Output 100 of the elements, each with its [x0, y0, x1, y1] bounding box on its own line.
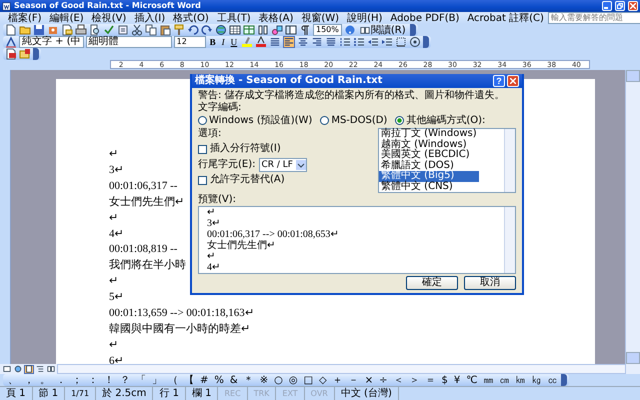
symbol-button[interactable]: ㎜ — [480, 374, 496, 386]
increase-indent-icon[interactable] — [381, 36, 394, 48]
menu-item[interactable]: Adobe PDF(B) — [386, 12, 464, 24]
symbol-button[interactable]: 、 — [5, 374, 21, 386]
bulleted-list-icon[interactable] — [353, 36, 366, 48]
menu-item[interactable]: 工具(T) — [212, 12, 255, 24]
format-painter-icon[interactable] — [173, 24, 185, 36]
drawing-icon[interactable] — [271, 24, 283, 36]
symbol-button[interactable]: ； — [69, 374, 85, 386]
document-map-icon[interactable] — [285, 24, 297, 36]
restore-button[interactable] — [615, 1, 625, 11]
symbol-button[interactable]: ◇ — [316, 374, 330, 386]
symbol-button[interactable]: ： — [85, 374, 101, 386]
print-view-button[interactable] — [24, 364, 34, 374]
align-right-button[interactable] — [311, 36, 324, 48]
symbol-button[interactable]: $ — [438, 374, 451, 386]
close-button[interactable] — [628, 1, 638, 11]
symbol-button[interactable]: ○ — [271, 374, 286, 386]
spreadsheet-icon[interactable] — [243, 24, 255, 36]
undo-icon[interactable] — [187, 24, 199, 36]
web-view-button[interactable] — [13, 364, 23, 374]
columns-icon[interactable] — [257, 24, 269, 36]
symbol-button[interactable]: ※ — [256, 374, 272, 386]
encoding-radio[interactable]: Windows (預設值)(W) — [198, 114, 312, 126]
copy-icon[interactable] — [145, 24, 157, 36]
symbol-button[interactable]: ！ — [101, 374, 117, 386]
minimize-button[interactable] — [602, 1, 612, 11]
menu-item[interactable]: Acrobat 註釋(C) — [463, 12, 548, 24]
symbol-button[interactable]: ＊ — [240, 374, 257, 386]
encoding-list-item[interactable]: 繁體中文 (CNS) — [379, 182, 479, 192]
symbol-button[interactable]: 」 — [149, 374, 165, 386]
menu-item[interactable]: 表格(A) — [254, 12, 298, 24]
align-center-button[interactable] — [297, 36, 310, 48]
symbol-button[interactable]: × — [362, 374, 376, 386]
encoding-radio[interactable]: MS-DOS(D) — [320, 114, 388, 126]
toolbar-options-button[interactable] — [560, 374, 566, 386]
encoding-list-item[interactable]: 美國英文 (EBCDIC) — [379, 150, 479, 160]
table-icon[interactable] — [229, 24, 241, 36]
italic-button[interactable]: I — [220, 36, 227, 48]
symbol-button[interactable]: ¥ — [450, 374, 464, 386]
vertical-scrollbar[interactable] — [625, 70, 640, 364]
menu-item[interactable]: 說明(H) — [343, 12, 386, 24]
numbered-list-icon[interactable] — [339, 36, 352, 48]
read-button[interactable]: 閱讀(R) — [358, 24, 408, 36]
horizontal-scrollbar[interactable] — [57, 364, 626, 374]
underline-button[interactable]: U — [228, 36, 240, 48]
normal-view-button[interactable] — [2, 364, 12, 374]
globe-icon[interactable] — [215, 24, 227, 36]
symbol-button[interactable]: ＋ — [330, 374, 346, 386]
symbol-button[interactable]: 。 — [37, 374, 53, 386]
dialog-button[interactable]: 取消 — [464, 276, 516, 290]
symbol-button[interactable]: 【 — [181, 374, 197, 386]
close-button[interactable] — [507, 75, 519, 87]
border-icon[interactable] — [395, 36, 408, 48]
symbol-button[interactable]: ？ — [117, 374, 133, 386]
align-left-button[interactable] — [283, 36, 296, 48]
redo-icon[interactable] — [201, 24, 213, 36]
symbol-button[interactable]: & — [226, 374, 241, 386]
menu-item[interactable]: 檢視(V) — [88, 12, 130, 24]
align-justify-button[interactable] — [269, 36, 282, 48]
menu-item[interactable]: 插入(I) — [130, 12, 170, 24]
font-color-icon[interactable] — [255, 36, 268, 48]
symbol-button[interactable]: ＜ — [390, 374, 407, 386]
pdf-convert-icon[interactable] — [5, 48, 17, 60]
email-icon[interactable] — [61, 24, 73, 36]
pdf-email-icon[interactable] — [19, 48, 31, 60]
symbol-button[interactable]: 「 — [133, 374, 149, 386]
toolbar-options-button[interactable] — [423, 36, 430, 48]
encoding-list-item[interactable]: 希臘語文 (DOS) — [379, 160, 479, 171]
bold-button[interactable]: B — [208, 36, 218, 48]
symbol-button[interactable]: ㎞ — [512, 374, 528, 386]
symbol-button[interactable]: ㎏ — [528, 374, 544, 386]
decrease-indent-icon[interactable] — [367, 36, 380, 48]
spelling-check-icon[interactable] — [103, 24, 115, 36]
reading-view-button[interactable] — [46, 364, 56, 374]
cut-icon[interactable] — [131, 24, 143, 36]
line-ending-dropdown[interactable]: CR / LF — [258, 158, 307, 172]
symbol-button[interactable]: # — [197, 374, 212, 386]
save-icon[interactable] — [33, 24, 45, 36]
list-scrollbar[interactable] — [504, 129, 515, 192]
symbol-button[interactable]: □ — [300, 374, 316, 386]
zoom-field[interactable]: 150% — [313, 24, 342, 36]
encoding-list-item[interactable]: 越南文 (Windows) — [379, 140, 479, 150]
symbol-button[interactable]: ㏄ — [544, 374, 560, 386]
symbol-button[interactable]: ◎ — [286, 374, 301, 386]
paste-icon[interactable] — [159, 24, 171, 36]
symbol-button[interactable]: － — [346, 374, 362, 386]
insert-line-breaks-checkbox[interactable]: 插入分行符號(I) — [198, 143, 370, 155]
dialog-button[interactable]: 確定 — [406, 276, 458, 290]
paragraph-mark-icon[interactable] — [299, 24, 311, 36]
help-search-field[interactable]: 輸入需要解答的問題 — [548, 12, 640, 24]
font-dropdown[interactable]: 細明體 — [86, 36, 172, 48]
encoding-list-item[interactable]: 南拉丁文 (Windows) — [379, 129, 479, 140]
outline-view-button[interactable] — [35, 364, 45, 374]
align-distributed-button[interactable] — [325, 36, 338, 48]
print-icon[interactable] — [75, 24, 87, 36]
print-preview-icon[interactable] — [89, 24, 101, 36]
toolbar-options-button[interactable] — [33, 48, 39, 60]
font-size-dropdown[interactable]: 12 — [174, 36, 206, 48]
toolbar-options-button[interactable] — [410, 24, 416, 36]
